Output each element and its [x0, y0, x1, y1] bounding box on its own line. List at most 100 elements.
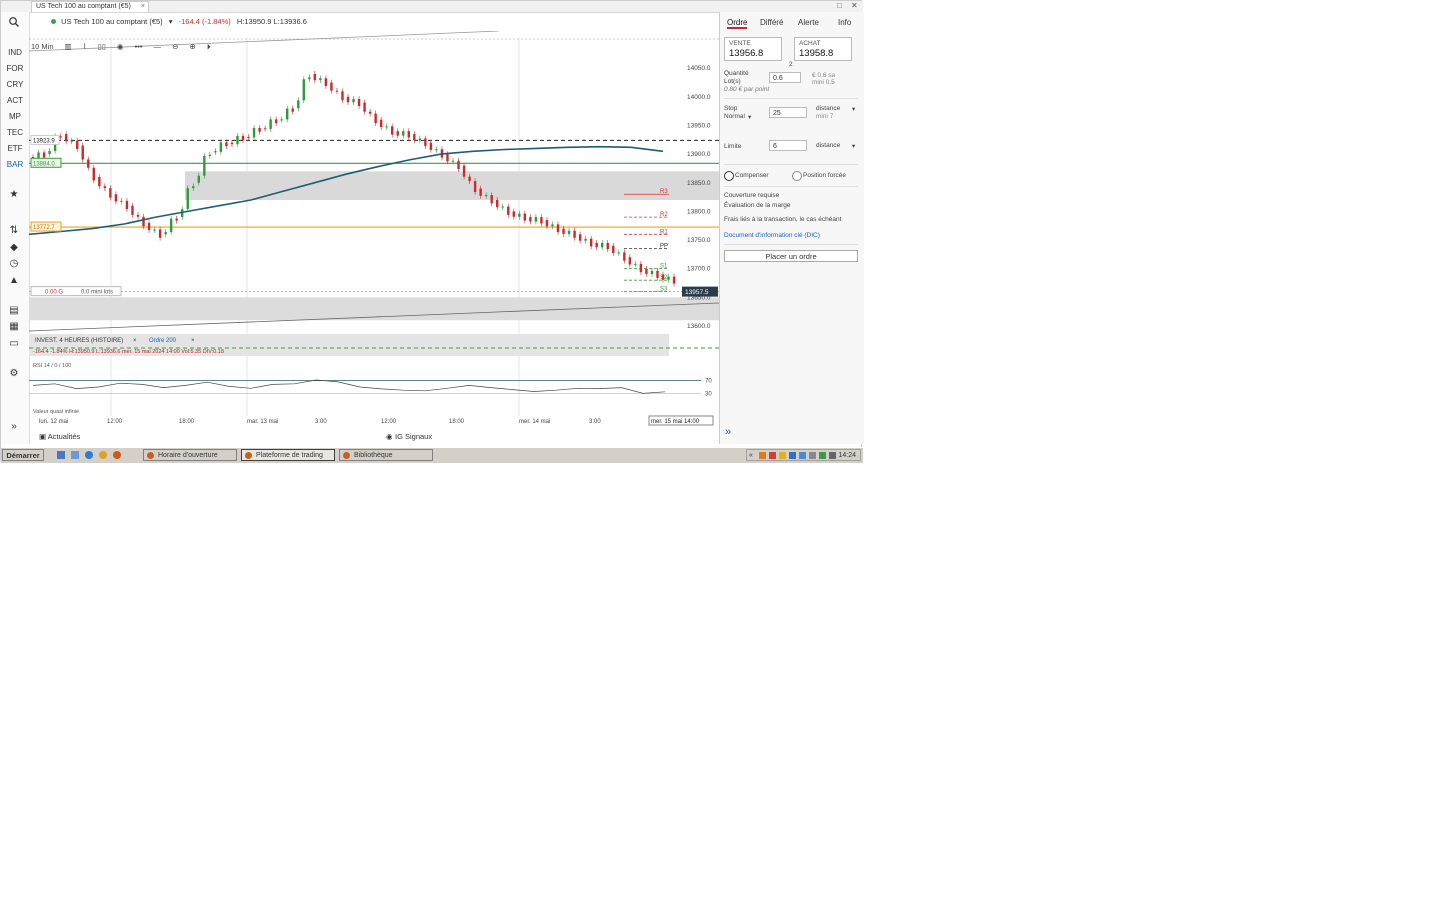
nav-ind[interactable]: IND — [1, 48, 29, 57]
buy-button[interactable]: ACHAT 13958.8 — [794, 37, 852, 61]
taskbar-window-2[interactable]: Plateforme de trading — [241, 449, 335, 461]
news-tab[interactable]: Actualités — [48, 432, 81, 441]
tray-app-icon[interactable] — [759, 452, 766, 459]
eye-icon[interactable]: ◉ — [117, 41, 124, 53]
search-icon[interactable] — [8, 16, 20, 28]
candle-body — [578, 234, 582, 241]
limit-input[interactable]: 6 — [769, 140, 807, 151]
line-icon[interactable]: — — [154, 41, 162, 53]
stop-type-select[interactable]: Normal — [724, 113, 745, 120]
candle-body — [280, 119, 283, 121]
candle-body — [313, 73, 317, 81]
zoom-out-icon[interactable]: ⊖ — [172, 41, 178, 53]
tray-app-icon[interactable] — [819, 452, 826, 459]
double-chevron-right-icon[interactable]: » — [725, 426, 731, 438]
tab-info[interactable]: Info — [838, 18, 851, 27]
more-icon[interactable]: ••• — [135, 41, 143, 53]
expand-icon[interactable]: » — [8, 421, 20, 433]
speaker-icon[interactable] — [829, 452, 836, 459]
candle-body — [661, 274, 665, 280]
tray-app-icon[interactable] — [779, 452, 786, 459]
history-icon[interactable]: ◷ — [8, 258, 20, 270]
nav-etf[interactable]: ETF — [1, 144, 29, 153]
start-button[interactable]: Démarrer — [2, 449, 44, 461]
instrument-tab[interactable]: US Tech 100 au comptant (€5) × — [31, 1, 149, 12]
doc-link[interactable]: Document d'information clé (DIC) — [724, 232, 820, 239]
ie-icon[interactable] — [85, 451, 93, 459]
tray-app-icon[interactable] — [789, 452, 796, 459]
tray-expand-icon[interactable]: « — [749, 450, 753, 461]
candle-body — [418, 138, 422, 141]
gear-icon[interactable]: ⚙ — [8, 368, 20, 380]
archive-icon[interactable]: ▤ — [8, 305, 20, 317]
chevron-down-icon[interactable]: ▾ — [748, 113, 751, 121]
chevron-down-icon[interactable]: ▾ — [852, 142, 855, 150]
nav-for[interactable]: FOR — [1, 64, 29, 73]
firefox-icon — [245, 452, 252, 459]
chrome-icon[interactable] — [99, 451, 107, 459]
explorer-icon[interactable] — [71, 451, 79, 459]
radio-offset[interactable] — [724, 171, 734, 181]
chevron-down-icon[interactable]: ▾ — [169, 17, 173, 26]
divider — [724, 98, 858, 99]
sell-button[interactable]: VENTE 13956.8 — [724, 37, 782, 61]
tab-differe[interactable]: Différé — [760, 18, 783, 27]
desktop-icon[interactable] — [57, 451, 65, 459]
close-window-icon[interactable]: ✕ — [851, 1, 858, 11]
chart-type-icon[interactable]: ▯▯ — [98, 41, 106, 53]
quantity-input[interactable]: 0.6 — [769, 72, 801, 83]
indicator-icon[interactable]: ⌇ — [83, 41, 87, 53]
star-icon[interactable]: ★ — [8, 189, 20, 201]
price-tag-label: 13884.0 — [33, 161, 55, 167]
limit-mode-select[interactable]: distance — [816, 142, 840, 149]
nav-mp[interactable]: MP — [1, 112, 29, 121]
candle-body — [501, 206, 504, 208]
nav-tec[interactable]: TEC — [1, 128, 29, 137]
restore-window-icon[interactable]: □ — [837, 1, 842, 11]
firefox-icon[interactable] — [113, 451, 121, 459]
x-tick-label: lun. 12 mai — [39, 419, 68, 425]
tab-ordre[interactable]: Ordre — [727, 18, 748, 29]
x-tick-label: mar. 13 mai — [247, 419, 278, 425]
tray-app-icon[interactable] — [769, 452, 776, 459]
signals-tab[interactable]: IG Signaux — [395, 431, 432, 443]
stop-input[interactable]: 25 — [769, 107, 807, 118]
close-tab-icon[interactable]: × — [141, 2, 145, 12]
tab-alerte[interactable]: Alerte — [798, 18, 819, 27]
nav-bar[interactable]: BAR — [1, 160, 29, 169]
quantity-label: Quantité — [724, 70, 749, 77]
candle-body — [225, 142, 228, 147]
radio-forced[interactable] — [792, 171, 802, 181]
divider — [724, 186, 858, 187]
tray-app-icon[interactable] — [809, 452, 816, 459]
calendar-icon[interactable]: ▭ — [8, 338, 20, 350]
close-icon: × — [133, 338, 137, 344]
instrument-name[interactable]: US Tech 100 au comptant (€5) — [61, 17, 163, 26]
nav-cry[interactable]: CRY — [1, 80, 29, 89]
place-order-button[interactable]: Placer un ordre — [724, 250, 858, 262]
arrows-icon[interactable]: ⇅ — [8, 225, 20, 237]
nav-act[interactable]: ACT — [1, 96, 29, 105]
candle-body — [87, 159, 90, 168]
tray-app-icon[interactable] — [799, 452, 806, 459]
tag-icon[interactable]: ◆ — [8, 242, 20, 254]
bars-icon[interactable]: ▥ — [65, 41, 72, 53]
timeframe-selector[interactable]: 10 Min — [31, 41, 54, 53]
chevron-down-icon[interactable]: ▾ — [852, 105, 855, 113]
calculator-icon[interactable]: ▦ — [8, 321, 20, 333]
taskbar-window-3[interactable]: Bibliothèque — [339, 449, 433, 461]
stop-mode-select[interactable]: distance — [816, 105, 840, 112]
buy-price: 13958.8 — [799, 48, 834, 59]
candle-body — [379, 119, 383, 128]
candle-body — [252, 127, 256, 138]
zoom-in-icon[interactable]: ⊕ — [190, 41, 196, 53]
bell-icon[interactable]: ▲ — [8, 275, 20, 287]
price-chart[interactable]: R3R2R1PPS1S2S314050.014000.013950.013900… — [29, 31, 719, 431]
taskbar-window-1[interactable]: Horaire d'ouverture — [143, 449, 237, 461]
candle-body — [446, 154, 449, 162]
windows-taskbar: Démarrer Horaire d'ouverture Plateforme … — [1, 447, 863, 463]
candle-body — [324, 78, 328, 86]
radio-offset-label: Compenser — [735, 172, 769, 179]
play-icon[interactable]: ⏵ — [207, 41, 211, 53]
rsi-tick-label: 70 — [705, 379, 712, 385]
